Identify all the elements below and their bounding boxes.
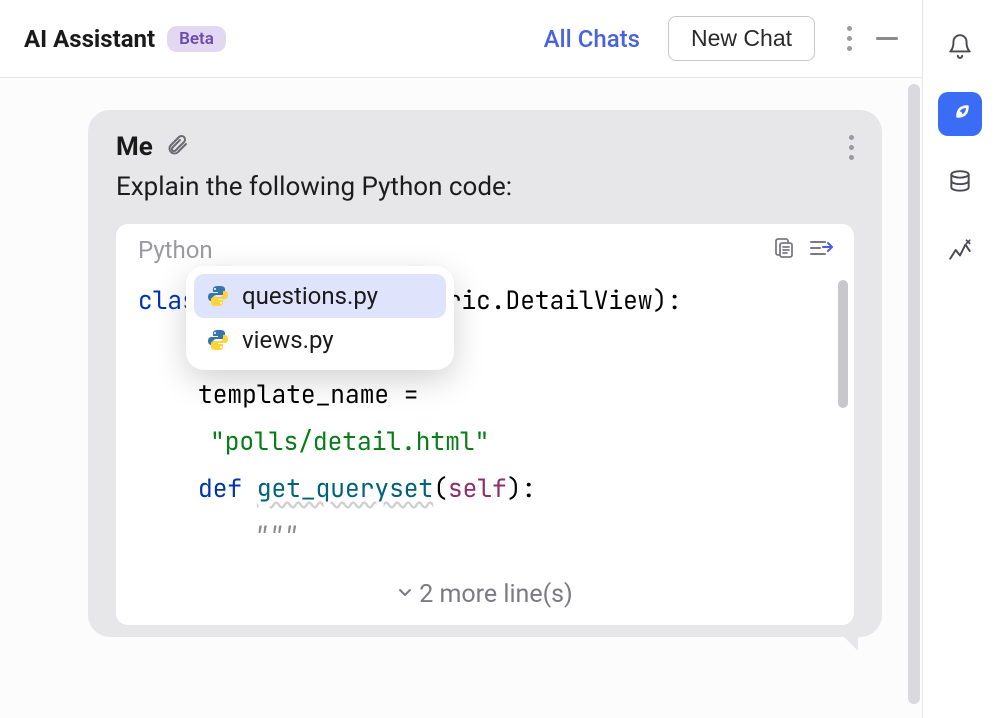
database-icon[interactable] xyxy=(938,160,982,204)
code-language-label: Python xyxy=(138,236,213,264)
expand-code-button[interactable]: 2 more line(s) xyxy=(116,568,854,625)
notifications-icon[interactable] xyxy=(938,24,982,68)
user-message-card: Me Explain the following Python code: Py… xyxy=(88,110,882,637)
panel-header: AI Assistant Beta All Chats New Chat xyxy=(0,0,922,78)
dropdown-item-label: views.py xyxy=(242,326,334,354)
all-chats-link[interactable]: All Chats xyxy=(544,25,640,53)
code-scrollbar[interactable] xyxy=(838,280,848,408)
panel-menu-icon[interactable] xyxy=(847,26,852,51)
dropdown-item-questions[interactable]: questions.py xyxy=(194,274,446,318)
dropdown-item-label: questions.py xyxy=(242,282,378,310)
chart-icon[interactable] xyxy=(938,228,982,272)
chevron-down-icon xyxy=(397,578,413,607)
minimize-icon[interactable] xyxy=(876,37,898,40)
tool-window-rail xyxy=(922,0,996,718)
new-chat-button[interactable]: New Chat xyxy=(668,16,815,61)
ai-assistant-icon[interactable] xyxy=(938,92,982,136)
pane-scrollbar[interactable] xyxy=(908,84,920,704)
file-attachment-dropdown: questions.py views.py xyxy=(186,266,454,370)
panel-title: AI Assistant xyxy=(24,25,155,53)
dropdown-item-views[interactable]: views.py xyxy=(194,318,446,362)
copy-code-icon[interactable] xyxy=(772,236,796,264)
message-text: Explain the following Python code: xyxy=(116,172,854,202)
beta-badge: Beta xyxy=(167,26,226,52)
insert-code-icon[interactable] xyxy=(808,236,834,264)
ai-assistant-panel: AI Assistant Beta All Chats New Chat Me … xyxy=(0,0,922,718)
python-file-icon xyxy=(206,284,230,308)
python-file-icon xyxy=(206,328,230,352)
message-author: Me xyxy=(116,132,153,162)
message-menu-icon[interactable] xyxy=(849,135,854,160)
attachment-icon[interactable] xyxy=(165,133,189,161)
chat-scroll-area: Me Explain the following Python code: Py… xyxy=(0,78,922,718)
